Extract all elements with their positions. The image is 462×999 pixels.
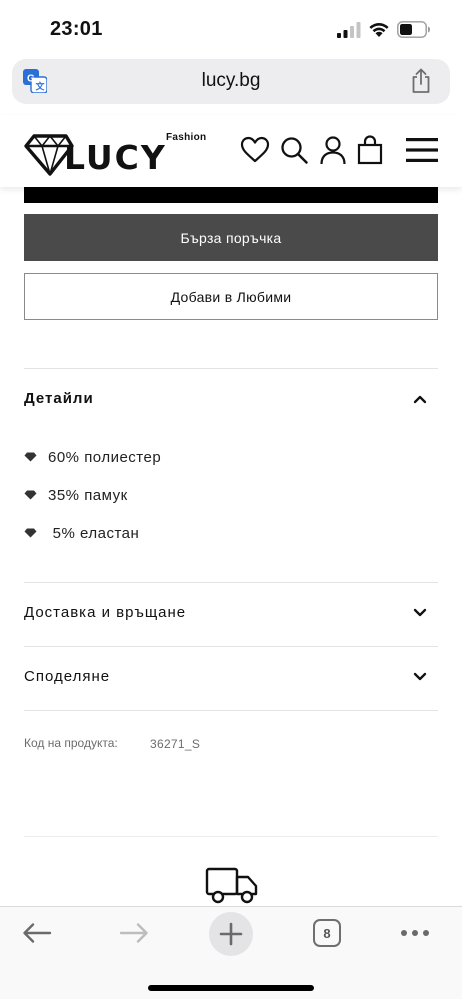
url-bar[interactable]: G 文 lucy.bg: [12, 59, 450, 104]
share-title: Споделяне: [24, 668, 111, 685]
divider: [24, 836, 438, 837]
url-text[interactable]: lucy.bg: [12, 70, 450, 92]
chevron-down-icon[interactable]: [412, 607, 428, 619]
divider: [24, 368, 438, 369]
lucy-logo[interactable]: Fashion LUCY: [24, 122, 206, 178]
site-header: Fashion LUCY: [0, 115, 462, 187]
plus-icon: [219, 922, 243, 946]
search-icon[interactable]: [279, 135, 309, 165]
logo-wordmark: LUCY: [64, 138, 167, 177]
delivery-title: Доставка и връщане: [24, 604, 187, 621]
detail-text: 35% памук: [48, 486, 128, 504]
add-to-cart-button[interactable]: [24, 185, 438, 203]
chevron-down-icon[interactable]: [412, 671, 428, 683]
hamburger-menu-icon[interactable]: [406, 135, 438, 165]
status-bar: 23:01: [0, 0, 462, 56]
diamond-bullet-icon: [24, 528, 37, 538]
status-time: 23:01: [50, 18, 103, 40]
battery-icon: [397, 21, 430, 38]
forward-arrow-icon[interactable]: [119, 922, 149, 944]
wifi-icon: [369, 23, 389, 37]
shopping-bag-icon[interactable]: [355, 135, 385, 165]
detail-text: 5% еластан: [48, 524, 140, 542]
quick-order-button[interactable]: Бърза поръчка: [24, 214, 438, 261]
heart-icon[interactable]: [240, 135, 270, 165]
user-icon[interactable]: [318, 135, 348, 165]
browser-toolbar: 8: [0, 906, 462, 999]
cellular-signal-icon: [337, 22, 361, 38]
divider: [24, 646, 438, 647]
share-icon[interactable]: [410, 68, 432, 94]
logo-fashion-text: Fashion: [166, 132, 207, 143]
back-arrow-icon[interactable]: [22, 922, 52, 944]
tabs-button[interactable]: 8: [313, 919, 341, 947]
diamond-bullet-icon: [24, 452, 37, 462]
product-code-label: Код на продукта:: [24, 736, 118, 750]
detail-item: 5% еластан: [24, 523, 139, 543]
delivery-truck-icon: [205, 867, 258, 904]
details-title: Детайли: [24, 390, 94, 407]
add-to-favorites-button[interactable]: Добави в Любими: [24, 273, 438, 320]
chevron-up-icon[interactable]: [412, 393, 428, 405]
product-code-value: 36271_S: [150, 737, 201, 751]
detail-item: 60% полиестер: [24, 447, 161, 467]
diamond-bullet-icon: [24, 490, 37, 500]
divider: [24, 710, 438, 711]
home-indicator: [148, 985, 314, 991]
detail-item: 35% памук: [24, 485, 128, 505]
detail-text: 60% полиестер: [48, 448, 162, 466]
new-tab-button[interactable]: [209, 912, 253, 956]
divider: [24, 582, 438, 583]
more-options-icon[interactable]: [400, 929, 430, 937]
